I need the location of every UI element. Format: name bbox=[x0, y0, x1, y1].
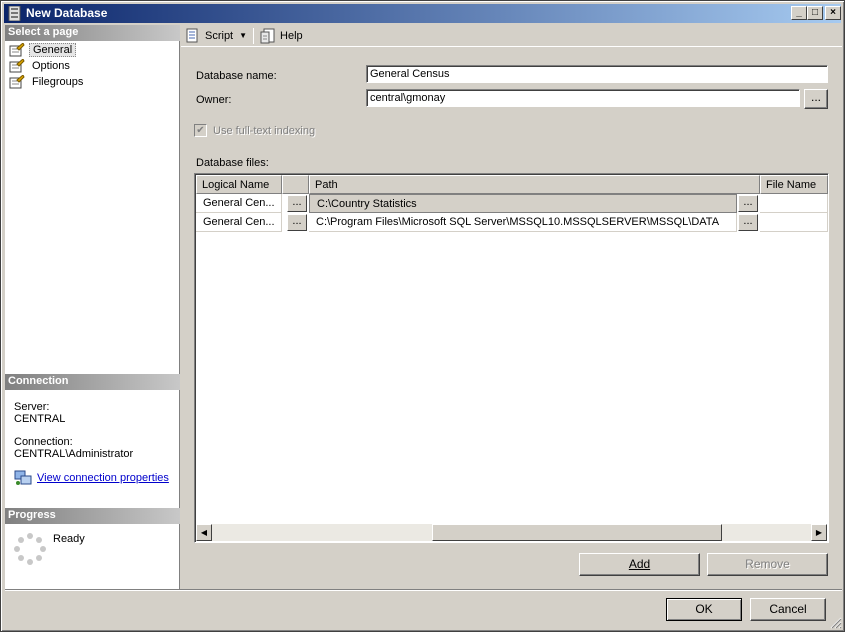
footer-separator bbox=[5, 589, 842, 591]
table-row-logical-name[interactable]: General Cen... bbox=[196, 194, 282, 213]
help-button[interactable]: Help bbox=[256, 26, 307, 46]
maximize-button[interactable]: □ bbox=[807, 6, 823, 20]
main-panel: Script ▼ Help Database name: General Cen… bbox=[181, 25, 842, 589]
page-icon bbox=[9, 43, 25, 57]
owner-input[interactable]: central\gmonay bbox=[366, 89, 800, 107]
title-bar: New Database _ □ × bbox=[4, 4, 841, 23]
new-database-window: New Database _ □ × Select a page General… bbox=[0, 0, 845, 632]
fulltext-checkbox[interactable]: ✔ bbox=[194, 124, 207, 137]
help-label: Help bbox=[280, 29, 303, 42]
database-icon bbox=[8, 6, 21, 21]
remove-button[interactable]: Remove bbox=[707, 553, 828, 576]
toolbar: Script ▼ Help bbox=[181, 25, 842, 47]
resize-grip-icon[interactable] bbox=[830, 617, 842, 629]
path-browse-button[interactable]: ... bbox=[738, 214, 758, 231]
script-icon bbox=[186, 28, 198, 42]
page-item-options[interactable]: Options bbox=[9, 58, 73, 74]
minimize-button[interactable]: _ bbox=[791, 6, 807, 20]
owner-label: Owner: bbox=[196, 94, 232, 106]
table-row-file-name[interactable] bbox=[760, 194, 828, 213]
database-name-input[interactable]: General Census bbox=[366, 65, 828, 83]
owner-browse-button[interactable]: ... bbox=[804, 89, 828, 109]
remove-label: Remove bbox=[745, 557, 790, 571]
ok-button[interactable]: OK bbox=[666, 598, 742, 621]
add-button[interactable]: Add bbox=[579, 553, 700, 576]
script-button[interactable]: Script ▼ bbox=[181, 26, 251, 46]
add-label: Add bbox=[628, 557, 651, 571]
table-row-path[interactable]: C:\Program Files\Microsoft SQL Server\MS… bbox=[309, 213, 737, 232]
toolbar-separator bbox=[253, 27, 255, 44]
view-connection-properties-link[interactable]: View connection properties bbox=[37, 472, 169, 484]
table-row-file-name[interactable] bbox=[760, 213, 828, 232]
scroll-right-arrow-icon[interactable]: ▶ bbox=[811, 524, 827, 541]
close-button[interactable]: × bbox=[825, 6, 841, 20]
connection-properties-icon bbox=[14, 470, 32, 485]
page-icon bbox=[9, 59, 25, 73]
page-icon bbox=[9, 75, 25, 89]
page-item-label: Filegroups bbox=[32, 76, 84, 88]
logical-name-browse-button[interactable]: ... bbox=[287, 195, 307, 212]
scroll-left-arrow-icon[interactable]: ◀ bbox=[196, 524, 212, 541]
page-item-filegroups[interactable]: Filegroups bbox=[9, 74, 86, 90]
page-item-general[interactable]: General bbox=[9, 42, 77, 58]
connection-label: Connection: bbox=[14, 436, 73, 448]
table-row-path[interactable]: C:\Country Statistics bbox=[309, 194, 737, 213]
page-item-label: General bbox=[29, 43, 77, 57]
column-header-blank bbox=[282, 175, 309, 194]
page-item-label: Options bbox=[32, 60, 70, 72]
database-files-label: Database files: bbox=[196, 157, 269, 169]
script-label: Script bbox=[205, 29, 234, 42]
window-title: New Database bbox=[26, 6, 108, 20]
column-header-path[interactable]: Path bbox=[309, 175, 760, 194]
progress-status: Ready bbox=[53, 533, 85, 545]
horizontal-scrollbar[interactable]: ◀ ▶ bbox=[196, 524, 827, 541]
database-name-label: Database name: bbox=[196, 70, 277, 82]
path-browse-button[interactable]: ... bbox=[738, 195, 758, 212]
database-files-grid: Logical Name Path File Name General Cen.… bbox=[194, 173, 829, 543]
progress-spinner-icon bbox=[14, 533, 46, 565]
select-page-header: Select a page bbox=[5, 25, 180, 41]
connection-header: Connection bbox=[5, 374, 180, 390]
connection-value: CENTRAL\Administrator bbox=[14, 448, 134, 460]
progress-header: Progress bbox=[5, 508, 180, 524]
chevron-down-icon[interactable]: ▼ bbox=[239, 31, 247, 40]
fulltext-label: Use full-text indexing bbox=[213, 125, 316, 137]
cancel-button[interactable]: Cancel bbox=[750, 598, 826, 621]
help-icon bbox=[260, 28, 275, 43]
server-value: CENTRAL bbox=[14, 413, 66, 425]
table-row-logical-name[interactable]: General Cen... bbox=[196, 213, 282, 232]
logical-name-browse-button[interactable]: ... bbox=[287, 214, 307, 231]
scrollbar-thumb[interactable] bbox=[432, 524, 722, 541]
left-panel: Select a page General Options Filegroups… bbox=[5, 25, 180, 589]
column-header-file-name[interactable]: File Name bbox=[760, 175, 828, 194]
server-label: Server: bbox=[14, 401, 50, 413]
column-header-logical-name[interactable]: Logical Name bbox=[196, 175, 282, 194]
